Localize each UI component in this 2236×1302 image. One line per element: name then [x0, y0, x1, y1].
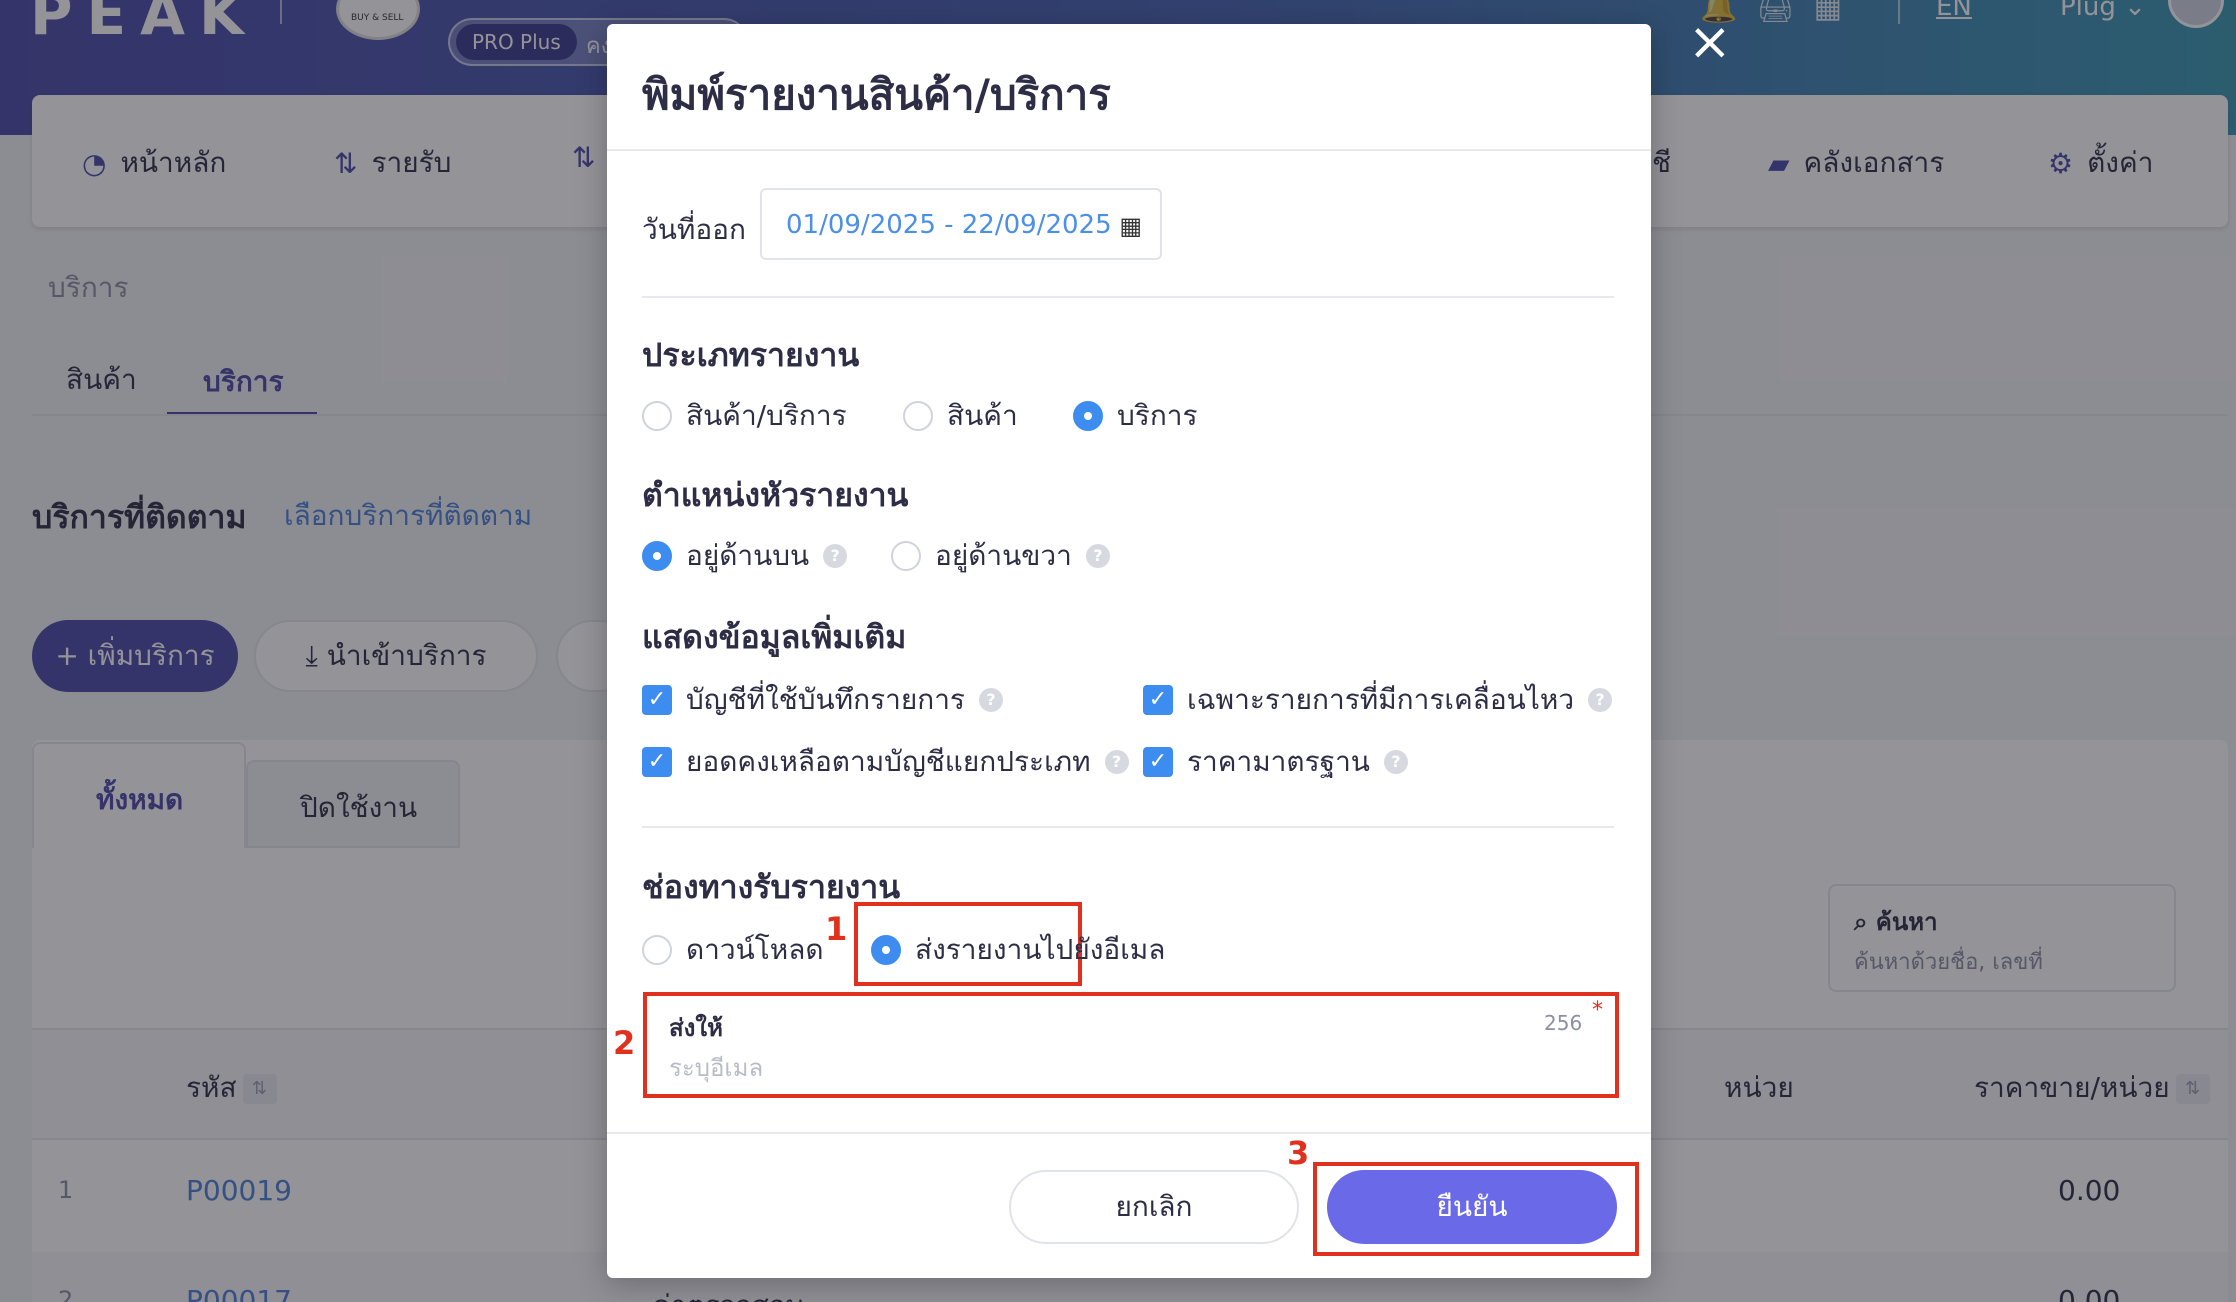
radio-label: สินค้า/บริการ [686, 399, 847, 432]
divider [642, 826, 1614, 828]
header-right-radio[interactable]: อยู่ด้านขวา ? [891, 534, 1110, 578]
ledger-balance-checkbox[interactable]: ✓ ยอดคงเหลือตามบัญชีแยกประเภท ? [642, 740, 1129, 784]
date-range-value: 01/09/2025 - 22/09/2025 [786, 210, 1112, 240]
step-marker-3: 3 [1287, 1134, 1310, 1172]
checkbox-label: เฉพาะรายการที่มีการเคลื่อนไหว [1187, 683, 1575, 716]
help-icon[interactable]: ? [823, 544, 848, 568]
help-icon[interactable]: ? [1383, 750, 1408, 774]
radio-circle[interactable] [891, 541, 921, 571]
report-type-all-radio[interactable]: สินค้า/บริการ [642, 394, 847, 438]
radio-circle[interactable] [642, 401, 672, 431]
date-range-picker[interactable]: 01/09/2025 - 22/09/2025 ▦ [760, 188, 1162, 260]
account-used-checkbox[interactable]: ✓ บัญชีที่ใช้บันทึกรายการ ? [642, 678, 1003, 722]
radio-circle[interactable] [903, 401, 933, 431]
send-email-radio[interactable]: ส่งรายงานไปยังอีเมล [871, 928, 1165, 972]
checkbox-label: ราคามาตรฐาน [1187, 745, 1370, 778]
radio-circle[interactable] [1073, 401, 1103, 431]
radio-label: อยู่ด้านบน [686, 539, 810, 572]
help-icon[interactable]: ? [1104, 750, 1129, 774]
moving-only-checkbox[interactable]: ✓ เฉพาะรายการที่มีการเคลื่อนไหว ? [1143, 678, 1613, 722]
divider [642, 296, 1614, 298]
cancel-button[interactable]: ยกเลิก [1009, 1170, 1299, 1244]
header-position-label: ตำแหน่งหัวรายงาน [642, 476, 909, 514]
check-icon[interactable]: ✓ [1143, 747, 1173, 777]
radio-circle[interactable] [642, 541, 672, 571]
report-type-service-radio[interactable]: บริการ [1073, 394, 1198, 438]
date-label: วันที่ออก [642, 213, 746, 246]
step-marker-1: 1 [825, 910, 848, 948]
check-icon[interactable]: ✓ [642, 747, 672, 777]
check-icon[interactable]: ✓ [642, 685, 672, 715]
send-to-label: ส่งให้ [669, 1014, 723, 1042]
radio-label: อยู่ด้านขวา [935, 539, 1072, 572]
email-field[interactable] [669, 1048, 1569, 1088]
help-icon[interactable]: ? [978, 688, 1003, 712]
checkbox-label: ยอดคงเหลือตามบัญชีแยกประเภท [686, 745, 1091, 778]
dialog-title: พิมพ์รายงานสินค้า/บริการ [642, 70, 1111, 119]
radio-label: บริการ [1117, 399, 1198, 432]
calendar-icon: ▦ [1119, 212, 1142, 240]
checkbox-label: บัญชีที่ใช้บันทึกรายการ [686, 683, 965, 716]
check-icon[interactable]: ✓ [1143, 685, 1173, 715]
help-icon[interactable]: ? [1085, 544, 1110, 568]
radio-circle[interactable] [642, 935, 672, 965]
radio-label: ดาวน์โหลด [686, 933, 824, 966]
divider [607, 1132, 1651, 1134]
print-report-dialog: พิมพ์รายงานสินค้า/บริการ วันที่ออก 01/09… [607, 24, 1651, 1278]
radio-circle[interactable] [871, 935, 901, 965]
help-icon[interactable]: ? [1588, 688, 1613, 712]
report-type-label: ประเภทรายงาน [642, 336, 860, 374]
header-top-radio[interactable]: อยู่ด้านบน ? [642, 534, 848, 578]
report-type-product-radio[interactable]: สินค้า [903, 394, 1018, 438]
radio-label: สินค้า [947, 399, 1018, 432]
character-counter: 256 [1544, 1011, 1583, 1035]
radio-label: ส่งรายงานไปยังอีเมล [915, 933, 1166, 966]
download-radio[interactable]: ดาวน์โหลด [642, 928, 824, 972]
required-mark: * [1592, 998, 1603, 1023]
divider [607, 149, 1651, 151]
step-marker-2: 2 [613, 1024, 636, 1062]
standard-price-checkbox[interactable]: ✓ ราคามาตรฐาน ? [1143, 740, 1408, 784]
extra-info-label: แสดงข้อมูลเพิ่มเติม [642, 618, 907, 656]
close-icon[interactable]: × [1688, 16, 1732, 68]
confirm-button[interactable]: ยืนยัน [1327, 1170, 1617, 1244]
